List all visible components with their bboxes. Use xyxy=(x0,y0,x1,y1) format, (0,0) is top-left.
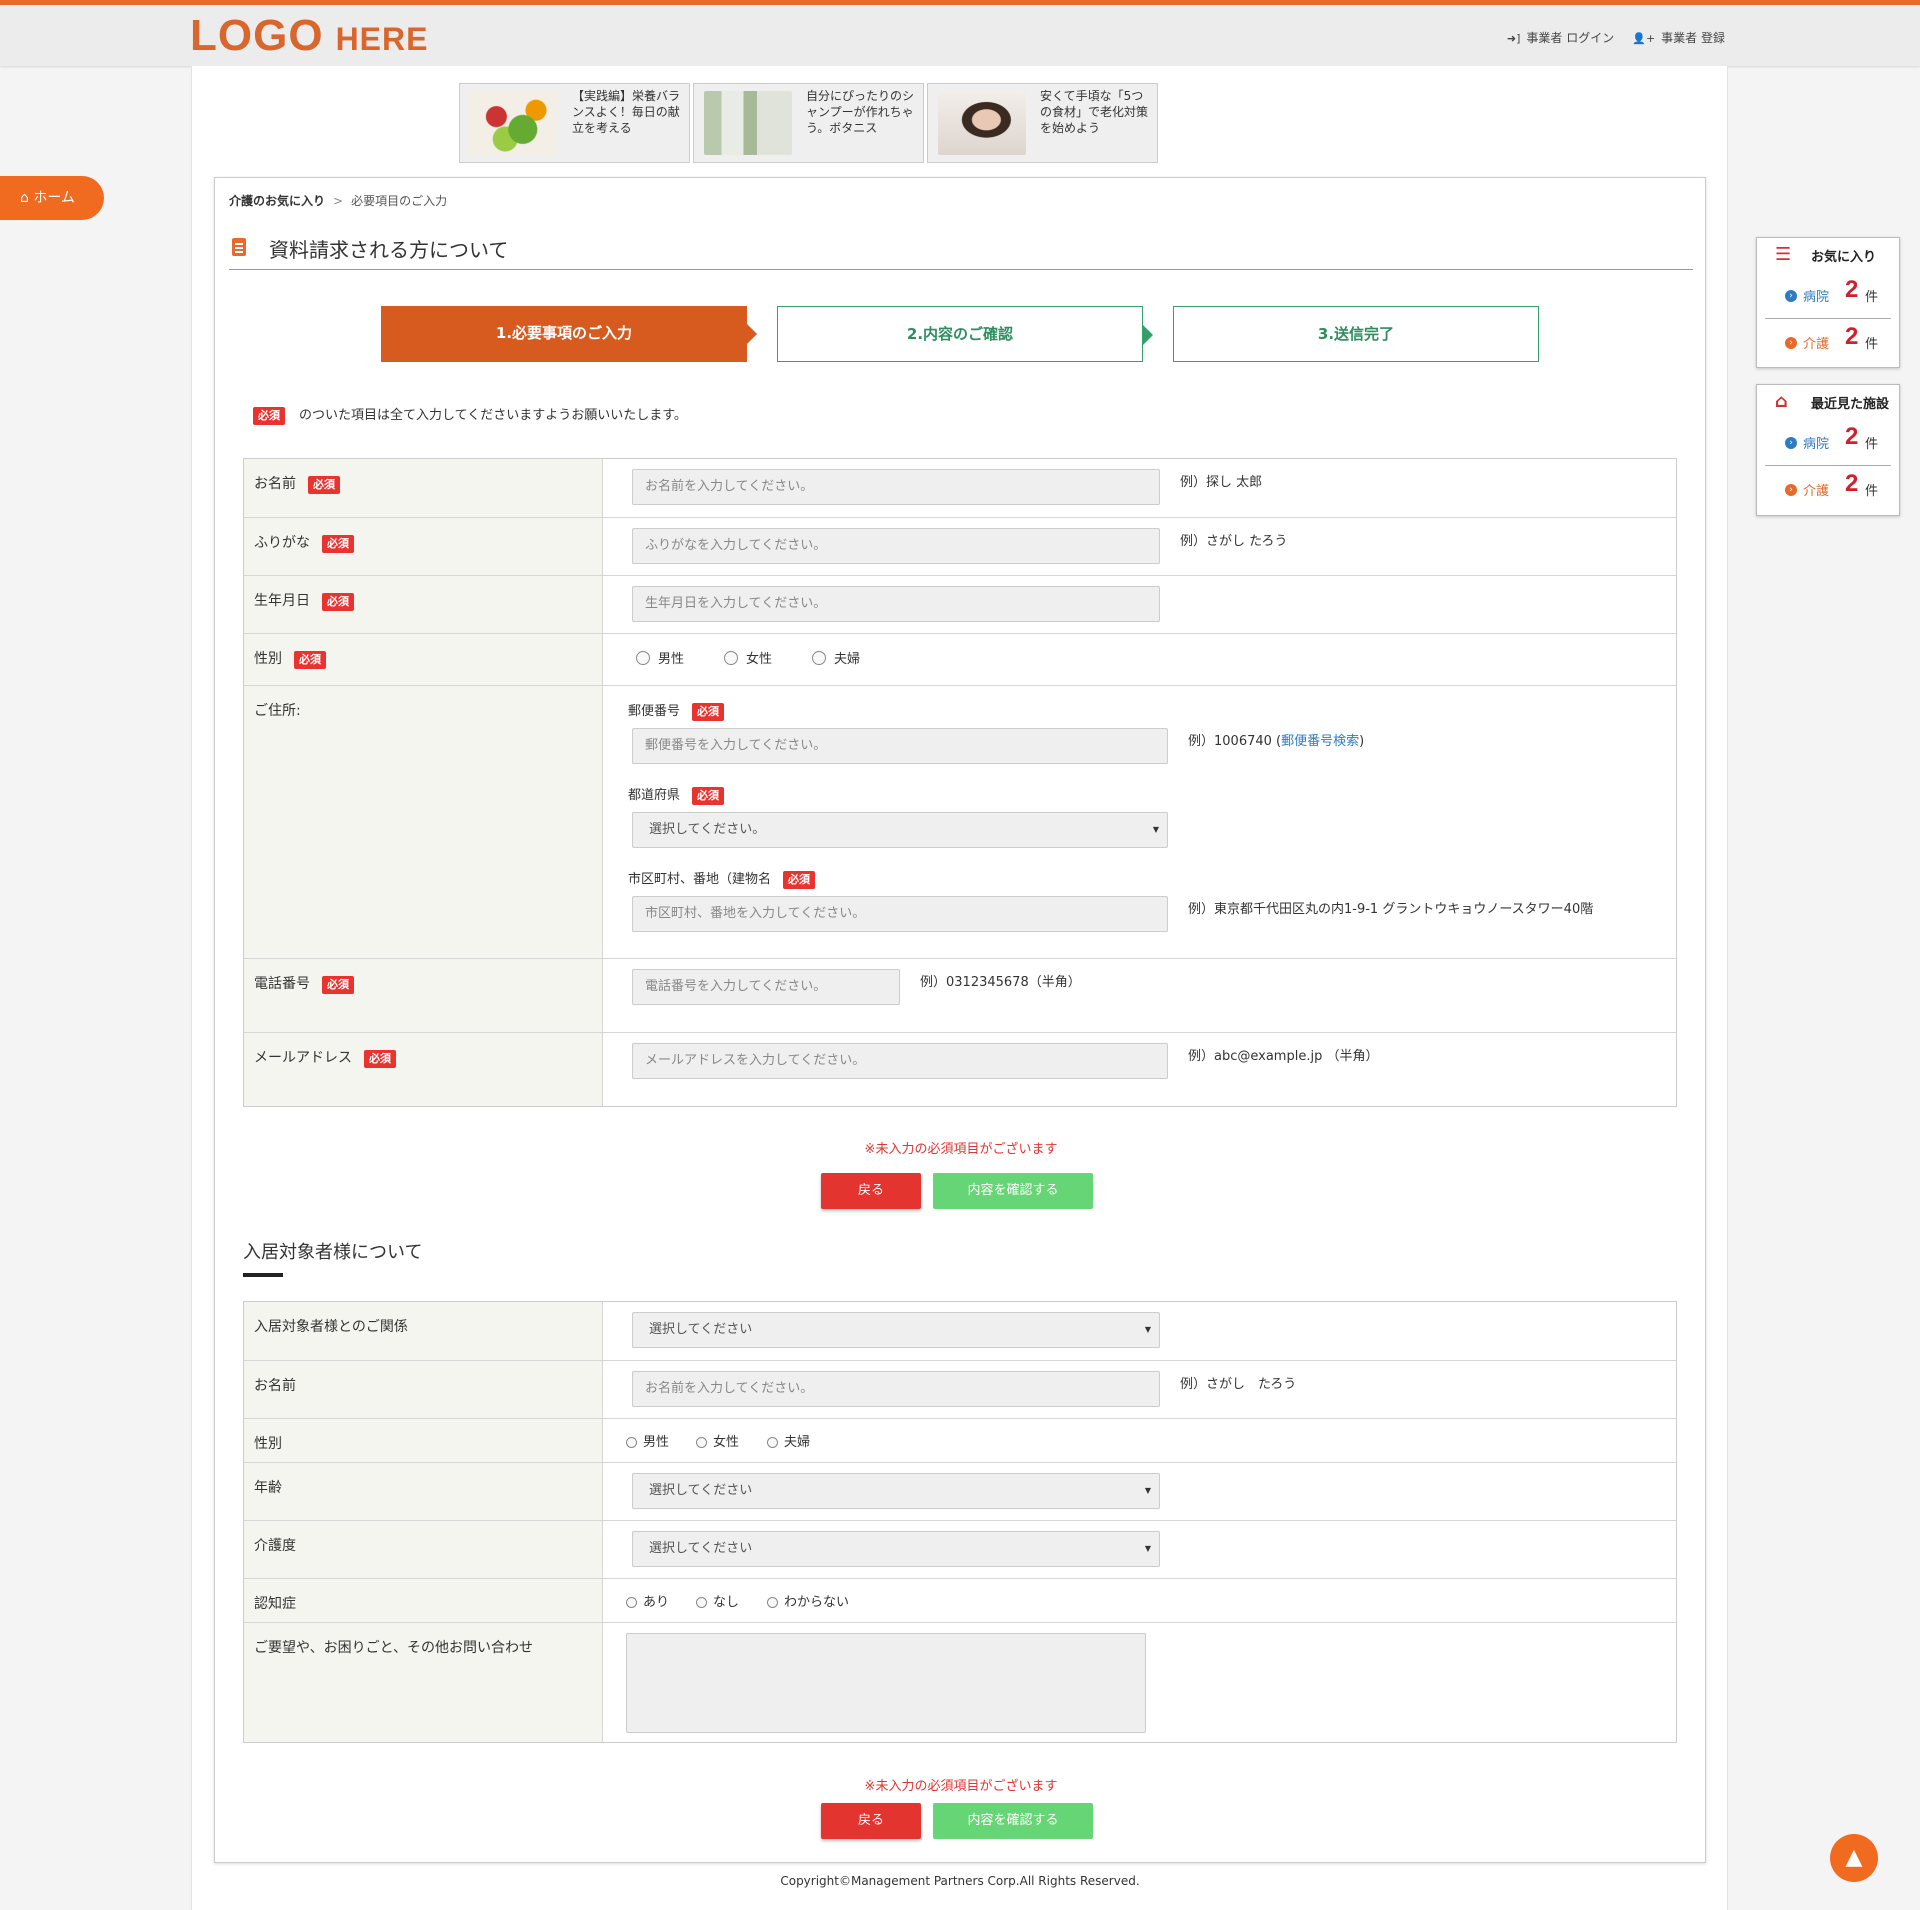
required-badge: 必須 xyxy=(294,651,326,669)
form-row-age: 年齢 選択してください xyxy=(244,1462,1676,1520)
form-row-birthday: 生年月日 必須 生年月日を入力してください。 xyxy=(244,575,1676,633)
arrow-up-icon: ▲ xyxy=(1845,1845,1863,1870)
breadcrumb-link[interactable]: 介護のお気に入り xyxy=(229,194,325,208)
required-badge: 必須 xyxy=(692,703,725,721)
house-check-icon: ⌂ xyxy=(1775,391,1788,412)
breadcrumb: 介護のお気に入り > 必要項目のご入力 xyxy=(229,194,448,208)
ad-item[interactable]: 自分にぴったりのシャンプーが作れちゃう。ボタニス xyxy=(693,83,924,163)
form-row-email: メールアドレス 必須 メールアドレスを入力してください。 例）abc@exampl… xyxy=(244,1032,1676,1106)
home-icon: ⌂ xyxy=(20,190,29,206)
furigana-input[interactable]: ふりがなを入力してください。 xyxy=(632,528,1160,564)
favorites-care-link[interactable]: › 介護 2 件 xyxy=(1765,318,1891,364)
home-button[interactable]: ⌂ ホーム xyxy=(0,176,104,220)
ad-item[interactable]: 安くて手頃な「5つの食材」で老化対策を始めよう xyxy=(927,83,1158,163)
dementia-yes-radio[interactable]: あり xyxy=(626,1591,669,1610)
required-badge: 必須 xyxy=(253,407,285,425)
required-badge: 必須 xyxy=(322,535,354,553)
required-badge: 必須 xyxy=(322,976,354,994)
resident-form: 入居対象者様とのご関係 選択してください お名前 お名前を入力してください。 例… xyxy=(243,1301,1677,1743)
scroll-to-top-button[interactable]: ▲ xyxy=(1830,1834,1878,1882)
recent-facilities-widget: ⌂ 最近見た施設 › 病院 2 件 › 介護 2 件 xyxy=(1756,384,1900,516)
required-note: 必須 のついた項目は全て入力してくださいますようお願いいたします。 xyxy=(253,404,687,425)
step-confirm: 2.内容のご確認 xyxy=(777,306,1153,362)
favorites-widget: ☰ お気に入り › 病院 2 件 › 介護 2 件 xyxy=(1756,237,1900,368)
title-underline xyxy=(243,1273,283,1277)
requests-textarea[interactable] xyxy=(626,1633,1146,1733)
ad-item[interactable]: 【実践編】栄養バランスよく！毎日の献立を考える xyxy=(459,83,690,163)
required-badge: 必須 xyxy=(692,787,725,805)
resident-section-title: 入居対象者様について xyxy=(243,1242,423,1263)
postal-code-input[interactable]: 郵便番号を入力してください。 xyxy=(632,728,1168,764)
recent-hospital-link[interactable]: › 病院 2 件 xyxy=(1765,419,1891,465)
login-icon: ➜] xyxy=(1506,32,1521,45)
postal-search-link[interactable]: 郵便番号検索 xyxy=(1281,734,1359,749)
form-row-care-level: 介護度 選択してください xyxy=(244,1520,1676,1578)
resident-gender-male-radio[interactable]: 男性 xyxy=(626,1431,669,1450)
error-message: ※未入力の必須項目がございます xyxy=(864,1779,1058,1794)
form-row-requests: ご要望や、お困りごと、その他お問い合わせ xyxy=(244,1622,1676,1742)
error-message: ※未入力の必須項目がございます xyxy=(864,1142,1058,1157)
care-level-select[interactable]: 選択してください xyxy=(632,1531,1160,1567)
top-bar: LOGO HERE ➜] 事業者 ログイン 👤+ 事業者 登録 xyxy=(0,0,1920,66)
gender-male-radio[interactable]: 男性 xyxy=(636,648,684,667)
section-title: 資料請求される方について xyxy=(229,234,1693,270)
ad-strip: 【実践編】栄養バランスよく！毎日の献立を考える 自分にぴったりのシャンプーが作れ… xyxy=(459,83,1158,163)
business-register-link[interactable]: 👤+ 事業者 登録 xyxy=(1632,29,1725,46)
form-row-gender: 性別 必須 男性 女性 夫婦 xyxy=(244,633,1676,685)
form-row-resident-gender: 性別 男性 女性 夫婦 xyxy=(244,1418,1676,1462)
form-row-address: ご住所: 郵便番号 必須 郵便番号を入力してください。 例）1006740 (郵便… xyxy=(244,685,1676,958)
applicant-form: お名前 必須 お名前を入力してください。 例）探し 太郎 ふりがな 必須 ふりがなを… xyxy=(243,458,1677,1107)
city-address-input[interactable]: 市区町村、番地を入力してください。 xyxy=(632,896,1168,932)
list-check-icon: ☰ xyxy=(1775,244,1792,265)
dementia-unknown-radio[interactable]: わからない xyxy=(767,1591,849,1610)
birthday-input[interactable]: 生年月日を入力してください。 xyxy=(632,586,1160,622)
chevron-right-icon: › xyxy=(1785,484,1797,496)
form-row-phone: 電話番号 必須 電話番号を入力してください。 例）0312345678（半角） xyxy=(244,958,1676,1032)
ad-thumbnail xyxy=(704,91,792,155)
required-badge: 必須 xyxy=(364,1050,396,1068)
dementia-no-radio[interactable]: なし xyxy=(696,1591,739,1610)
form-row-dementia: 認知症 あり なし わからない xyxy=(244,1578,1676,1622)
name-input[interactable]: お名前を入力してください。 xyxy=(632,469,1160,505)
favorites-hospital-link[interactable]: › 病院 2 件 xyxy=(1765,272,1891,318)
resident-gender-couple-radio[interactable]: 夫婦 xyxy=(767,1431,810,1450)
form-card: 介護のお気に入り > 必要項目のご入力 資料請求される方について 1.必要事項のご入… xyxy=(214,177,1706,1863)
email-input[interactable]: メールアドレスを入力してください。 xyxy=(632,1043,1168,1079)
recent-care-link[interactable]: › 介護 2 件 xyxy=(1765,465,1891,511)
back-button[interactable]: 戻る xyxy=(821,1803,921,1839)
relation-select[interactable]: 選択してください xyxy=(632,1312,1160,1348)
ad-thumbnail xyxy=(470,91,558,155)
business-login-link[interactable]: ➜] 事業者 ログイン xyxy=(1507,29,1614,46)
step-input: 1.必要事項のご入力 xyxy=(381,306,757,362)
footer-copyright: Copyright©Management Partners Corp.All R… xyxy=(780,1874,1140,1888)
resident-gender-female-radio[interactable]: 女性 xyxy=(696,1431,739,1450)
form-row-furigana: ふりがな 必須 ふりがなを入力してください。 例）さがし たろう xyxy=(244,517,1676,575)
ad-thumbnail xyxy=(938,91,1026,155)
prefecture-select[interactable]: 選択してください。 xyxy=(632,812,1168,848)
form-row-name: お名前 必須 お名前を入力してください。 例）探し 太郎 xyxy=(244,459,1676,517)
back-button[interactable]: 戻る xyxy=(821,1173,921,1209)
required-badge: 必須 xyxy=(783,871,816,889)
gender-female-radio[interactable]: 女性 xyxy=(724,648,772,667)
resident-name-input[interactable]: お名前を入力してください。 xyxy=(632,1371,1160,1407)
required-badge: 必須 xyxy=(322,593,354,611)
confirm-button[interactable]: 内容を確認する xyxy=(933,1173,1093,1209)
gender-couple-radio[interactable]: 夫婦 xyxy=(812,648,860,667)
form-row-resident-name: お名前 お名前を入力してください。 例）さがし たろう xyxy=(244,1360,1676,1418)
site-logo[interactable]: LOGO HERE xyxy=(190,11,428,61)
user-plus-icon: 👤+ xyxy=(1632,32,1656,45)
confirm-button[interactable]: 内容を確認する xyxy=(933,1803,1093,1839)
phone-input[interactable]: 電話番号を入力してください。 xyxy=(632,969,900,1005)
required-badge: 必須 xyxy=(308,476,340,494)
step-complete: 3.送信完了 xyxy=(1173,306,1539,362)
chevron-right-icon: › xyxy=(1785,337,1797,349)
document-icon xyxy=(232,238,246,256)
chevron-right-icon: › xyxy=(1785,437,1797,449)
age-select[interactable]: 選択してください xyxy=(632,1473,1160,1509)
chevron-right-icon: › xyxy=(1785,290,1797,302)
form-row-relation: 入居対象者様とのご関係 選択してください xyxy=(244,1302,1676,1360)
